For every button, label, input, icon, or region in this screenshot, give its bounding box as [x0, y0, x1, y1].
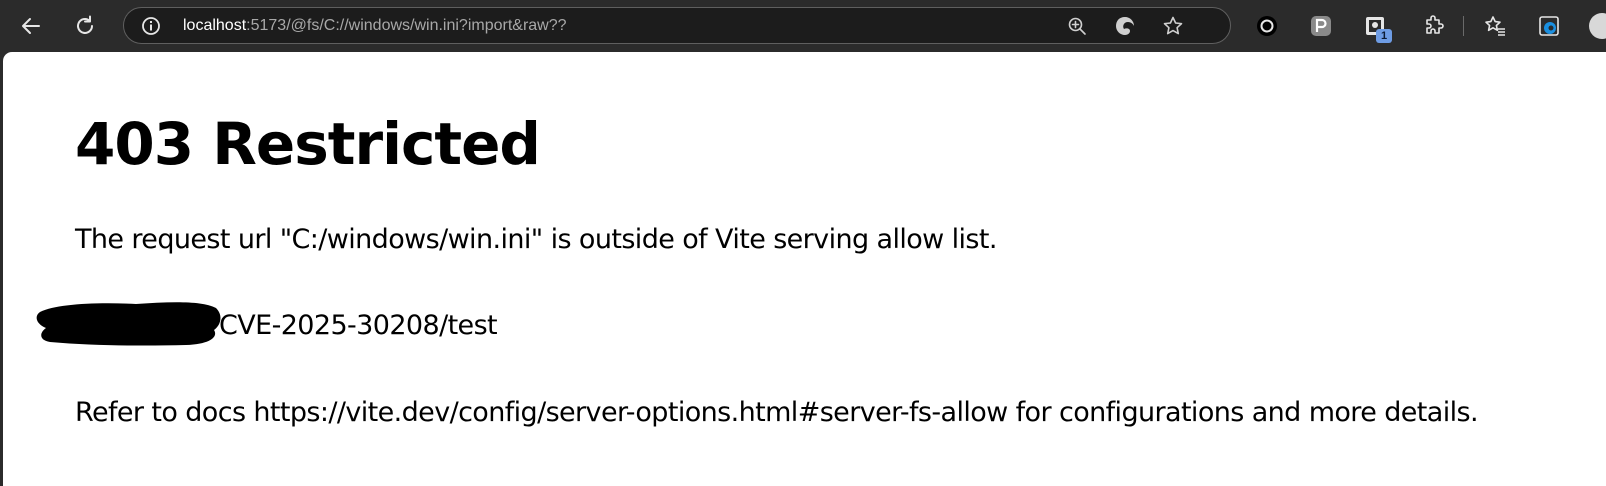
avatar[interactable]: [1582, 9, 1606, 43]
docs-note: Refer to docs https://vite.dev/config/se…: [75, 397, 1479, 428]
allowed-path: CVE-2025-30208/test: [219, 310, 498, 341]
extension-badge: 1: [1376, 29, 1392, 43]
edge-icon[interactable]: [1532, 9, 1566, 43]
error-message: The request url "C:/windows/win.ini" is …: [75, 224, 997, 255]
page-title: 403 Restricted: [75, 110, 541, 178]
toolbar-divider: [1463, 16, 1464, 36]
zoom-in-icon[interactable]: [1064, 14, 1090, 38]
url-text[interactable]: localhost:5173/@fs/C://windows/win.ini?i…: [183, 17, 567, 35]
favorites-icon[interactable]: [1478, 9, 1512, 43]
info-icon[interactable]: [140, 15, 162, 37]
browser-toolbar: localhost:5173/@fs/C://windows/win.ini?i…: [0, 0, 1606, 52]
url-host: localhost: [183, 17, 247, 34]
back-arrow-icon[interactable]: [14, 9, 48, 43]
black-circle-extension-icon[interactable]: [1250, 9, 1284, 43]
address-bar[interactable]: localhost:5173/@fs/C://windows/win.ini?i…: [123, 7, 1231, 44]
star-icon[interactable]: [1160, 14, 1186, 38]
url-path: :5173/@fs/C://windows/win.ini?import&raw…: [246, 17, 567, 34]
puzzle-icon[interactable]: [1417, 9, 1451, 43]
p-extension-icon[interactable]: [1304, 9, 1338, 43]
reload-icon[interactable]: [68, 9, 102, 43]
copilot-icon[interactable]: [1112, 14, 1138, 38]
redaction-mark: [36, 302, 223, 346]
